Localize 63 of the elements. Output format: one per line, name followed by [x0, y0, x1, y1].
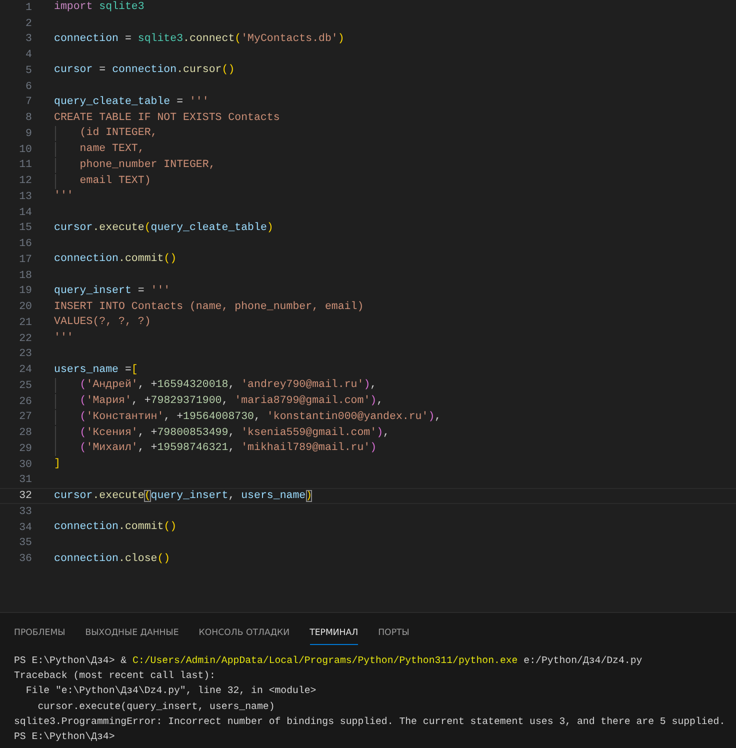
line-number: 22 [18, 332, 32, 345]
line-number: 36 [18, 553, 32, 566]
terminal-line: File "e:\Python\Дз4\Dz4.py", line 32, in <module> [24, 684, 318, 698]
code-line: cursor = connection.cursor() [54, 63, 235, 78]
line-number: 33 [18, 506, 32, 518]
panel-tab[interactable]: КОНСОЛЬ ОТЛАДКИ [198, 625, 290, 645]
line-number: 16 [18, 238, 32, 250]
terminal-line: PS E:\Python\Дз4> & C:/Users/Admin/AppData/Local/Programs/Python/Python311/python.exe e:/Python/Дз4/Dz4.py [14, 654, 644, 668]
code-line: query_cleate_table = ''' [54, 94, 209, 110]
code-line: connection.commit() [54, 252, 177, 268]
line-number: 32 [18, 490, 32, 502]
panel-tab[interactable]: ПРОБЛЕМЫ [14, 625, 66, 645]
terminal-line: Traceback (most recent call last): [14, 669, 216, 684]
panel-tab[interactable]: ТЕРМИНАЛ [310, 625, 358, 645]
code-line: connection.commit() [54, 520, 177, 536]
line-number: 23 [18, 348, 32, 360]
line-number: 21 [18, 316, 32, 329]
line-number: 7 [24, 96, 32, 108]
line-number: 13 [18, 190, 32, 203]
line-number: 27 [18, 411, 32, 424]
line-number: 17 [18, 254, 32, 266]
code-line: ] [54, 457, 60, 472]
code-line: connection = sqlite3.connect('MyContacts.db') [54, 32, 344, 47]
code-line: CREATE TABLE IF NOT EXISTS Contacts [54, 110, 280, 126]
line-number: 10 [18, 144, 32, 156]
code-line: cursor.execute(query_cleate_table) [54, 220, 274, 236]
line-number: 9 [24, 128, 32, 140]
line-number: 6 [24, 80, 32, 93]
panel-tab[interactable]: ВЫХОДНЫЕ ДАННЫЕ [85, 625, 179, 645]
code-line: ''' [54, 331, 74, 346]
line-number: 26 [18, 396, 32, 408]
line-number: 8 [24, 112, 32, 124]
line-number: 35 [18, 537, 32, 550]
code-line: import sqlite3 [54, 0, 144, 16]
line-number: 19 [18, 285, 32, 298]
code-line: VALUES(?, ?, ?) [54, 315, 151, 330]
line-number: 3 [24, 33, 32, 46]
panel-tab[interactable]: ПОРТЫ [378, 625, 410, 645]
code-line: INSERT INTO Contacts (name, phone_number, email) [54, 300, 364, 315]
code-line: users_name =[ [54, 362, 138, 378]
code-line: ''' [54, 189, 74, 204]
line-number: 24 [18, 364, 32, 376]
line-number: 18 [18, 270, 32, 282]
line-number: 29 [18, 442, 32, 455]
line-number: 12 [18, 175, 32, 188]
terminal-line: cursor.execute(query_insert, users_name) [36, 700, 276, 714]
line-number: 30 [18, 458, 32, 471]
line-number: 14 [18, 206, 32, 219]
line-number: 20 [18, 301, 32, 314]
line-number: 28 [18, 427, 32, 440]
line-number: 31 [18, 474, 32, 486]
line-number: 25 [18, 380, 32, 392]
code-line: connection.close() [54, 552, 170, 567]
line-number: 1 [24, 2, 32, 14]
terminal-line: sqlite3.ProgrammingError: Incorrect number of bindings supplied. The current statement uses 3, and there are 5 supplied. [14, 714, 726, 729]
line-number: 11 [18, 159, 32, 172]
line-number: 5 [24, 64, 32, 77]
line-number: 15 [18, 222, 32, 234]
line-number: 4 [24, 49, 32, 62]
line-number: 2 [24, 18, 32, 30]
terminal-line: PS E:\Python\Дз4> [14, 730, 116, 744]
code-line: query_insert = ''' [54, 284, 170, 299]
line-number: 34 [18, 522, 32, 534]
